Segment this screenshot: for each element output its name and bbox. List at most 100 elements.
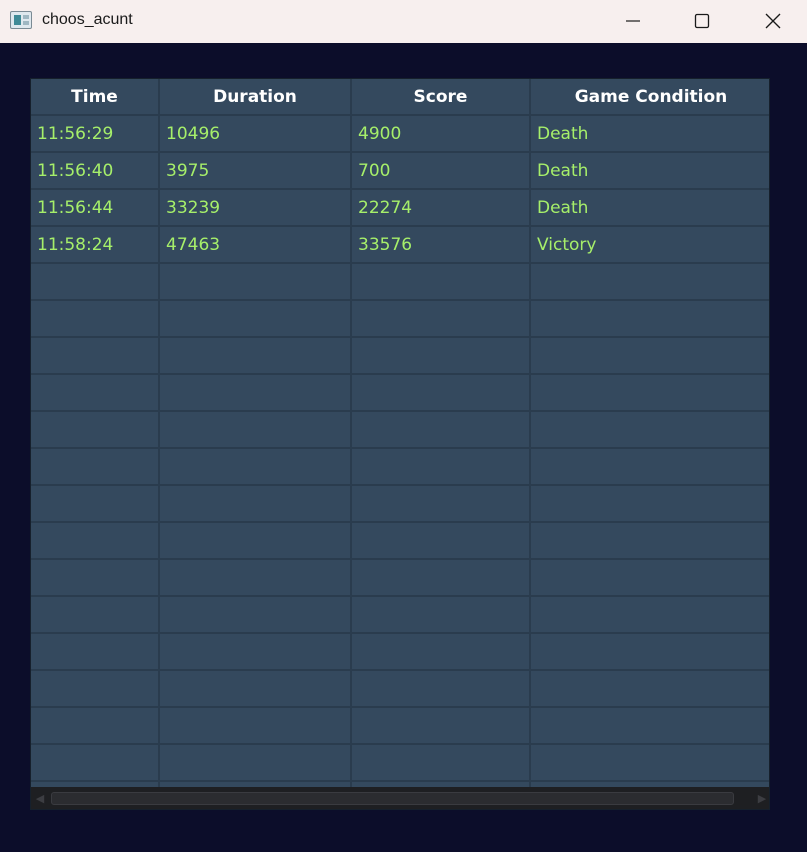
- empty-table-row[interactable]: [31, 412, 769, 449]
- cell-game-condition[interactable]: Death: [531, 116, 769, 153]
- close-button[interactable]: [750, 0, 796, 43]
- empty-table-row[interactable]: [31, 671, 769, 708]
- empty-table-row[interactable]: [31, 708, 769, 745]
- cell-time[interactable]: [31, 486, 160, 523]
- cell-game-condition[interactable]: [531, 745, 769, 782]
- cell-game-condition[interactable]: [531, 486, 769, 523]
- cell-game-condition[interactable]: [531, 523, 769, 560]
- cell-time[interactable]: [31, 671, 160, 708]
- cell-score[interactable]: [352, 264, 531, 301]
- cell-duration[interactable]: [160, 449, 352, 486]
- cell-score[interactable]: [352, 671, 531, 708]
- column-header-score[interactable]: Score: [352, 79, 531, 116]
- scroll-right-icon[interactable]: ▶: [757, 793, 767, 805]
- empty-table-row[interactable]: [31, 745, 769, 782]
- cell-duration[interactable]: [160, 523, 352, 560]
- empty-table-row[interactable]: [31, 338, 769, 375]
- cell-game-condition[interactable]: [531, 338, 769, 375]
- minimize-button[interactable]: [610, 0, 656, 43]
- cell-time[interactable]: [31, 745, 160, 782]
- cell-game-condition[interactable]: [531, 634, 769, 671]
- cell-duration[interactable]: [160, 301, 352, 338]
- cell-score[interactable]: [352, 338, 531, 375]
- cell-score[interactable]: 700: [352, 153, 531, 190]
- empty-table-row[interactable]: [31, 301, 769, 338]
- scroll-left-icon[interactable]: ◀: [35, 793, 45, 805]
- cell-game-condition[interactable]: Death: [531, 153, 769, 190]
- cell-time[interactable]: [31, 338, 160, 375]
- cell-duration[interactable]: 47463: [160, 227, 352, 264]
- cell-score[interactable]: 33576: [352, 227, 531, 264]
- cell-game-condition[interactable]: [531, 449, 769, 486]
- cell-time[interactable]: [31, 301, 160, 338]
- cell-duration[interactable]: [160, 634, 352, 671]
- scrollbar-thumb[interactable]: [51, 792, 734, 805]
- cell-time[interactable]: 11:56:40: [31, 153, 160, 190]
- cell-score[interactable]: 22274: [352, 190, 531, 227]
- cell-score[interactable]: 4900: [352, 116, 531, 153]
- empty-table-row[interactable]: [31, 375, 769, 412]
- cell-time[interactable]: 11:56:44: [31, 190, 160, 227]
- table-row[interactable]: 11:56:40 3975 700 Death: [31, 153, 769, 190]
- cell-duration[interactable]: [160, 745, 352, 782]
- cell-time[interactable]: 11:56:29: [31, 116, 160, 153]
- cell-score[interactable]: [352, 301, 531, 338]
- cell-duration[interactable]: [160, 671, 352, 708]
- cell-duration[interactable]: [160, 412, 352, 449]
- cell-duration[interactable]: 33239: [160, 190, 352, 227]
- empty-table-row[interactable]: [31, 449, 769, 486]
- cell-game-condition[interactable]: [531, 708, 769, 745]
- empty-table-row[interactable]: [31, 560, 769, 597]
- column-header-duration[interactable]: Duration: [160, 79, 352, 116]
- cell-score[interactable]: [352, 560, 531, 597]
- cell-game-condition[interactable]: [531, 301, 769, 338]
- maximize-button[interactable]: [679, 0, 725, 43]
- column-header-game-condition[interactable]: Game Condition: [531, 79, 769, 116]
- cell-game-condition[interactable]: [531, 597, 769, 634]
- cell-duration[interactable]: [160, 597, 352, 634]
- empty-table-row[interactable]: [31, 523, 769, 560]
- cell-time[interactable]: 11:58:24: [31, 227, 160, 264]
- cell-score[interactable]: [352, 449, 531, 486]
- cell-score[interactable]: [352, 708, 531, 745]
- cell-score[interactable]: [352, 634, 531, 671]
- table-row[interactable]: 11:58:24 47463 33576 Victory: [31, 227, 769, 264]
- horizontal-scrollbar[interactable]: ◀ ▶: [31, 787, 769, 809]
- cell-time[interactable]: [31, 449, 160, 486]
- cell-score[interactable]: [352, 412, 531, 449]
- cell-score[interactable]: [352, 486, 531, 523]
- cell-time[interactable]: [31, 523, 160, 560]
- cell-time[interactable]: [31, 597, 160, 634]
- cell-game-condition[interactable]: Death: [531, 190, 769, 227]
- cell-game-condition[interactable]: [531, 412, 769, 449]
- empty-table-row[interactable]: [31, 634, 769, 671]
- cell-duration[interactable]: [160, 338, 352, 375]
- empty-table-row[interactable]: [31, 597, 769, 634]
- cell-time[interactable]: [31, 412, 160, 449]
- cell-score[interactable]: [352, 375, 531, 412]
- empty-table-row[interactable]: [31, 264, 769, 301]
- cell-duration[interactable]: [160, 486, 352, 523]
- cell-time[interactable]: [31, 634, 160, 671]
- cell-game-condition[interactable]: [531, 560, 769, 597]
- cell-duration[interactable]: [160, 375, 352, 412]
- cell-score[interactable]: [352, 597, 531, 634]
- cell-score[interactable]: [352, 745, 531, 782]
- cell-duration[interactable]: [160, 560, 352, 597]
- table-row[interactable]: 11:56:44 33239 22274 Death: [31, 190, 769, 227]
- empty-table-row[interactable]: [31, 486, 769, 523]
- cell-game-condition[interactable]: Victory: [531, 227, 769, 264]
- cell-duration[interactable]: 3975: [160, 153, 352, 190]
- table-row[interactable]: 11:56:29 10496 4900 Death: [31, 116, 769, 153]
- cell-game-condition[interactable]: [531, 264, 769, 301]
- cell-time[interactable]: [31, 264, 160, 301]
- cell-duration[interactable]: [160, 708, 352, 745]
- cell-duration[interactable]: 10496: [160, 116, 352, 153]
- cell-game-condition[interactable]: [531, 671, 769, 708]
- cell-time[interactable]: [31, 708, 160, 745]
- cell-time[interactable]: [31, 560, 160, 597]
- cell-duration[interactable]: [160, 264, 352, 301]
- cell-time[interactable]: [31, 375, 160, 412]
- cell-game-condition[interactable]: [531, 375, 769, 412]
- cell-score[interactable]: [352, 523, 531, 560]
